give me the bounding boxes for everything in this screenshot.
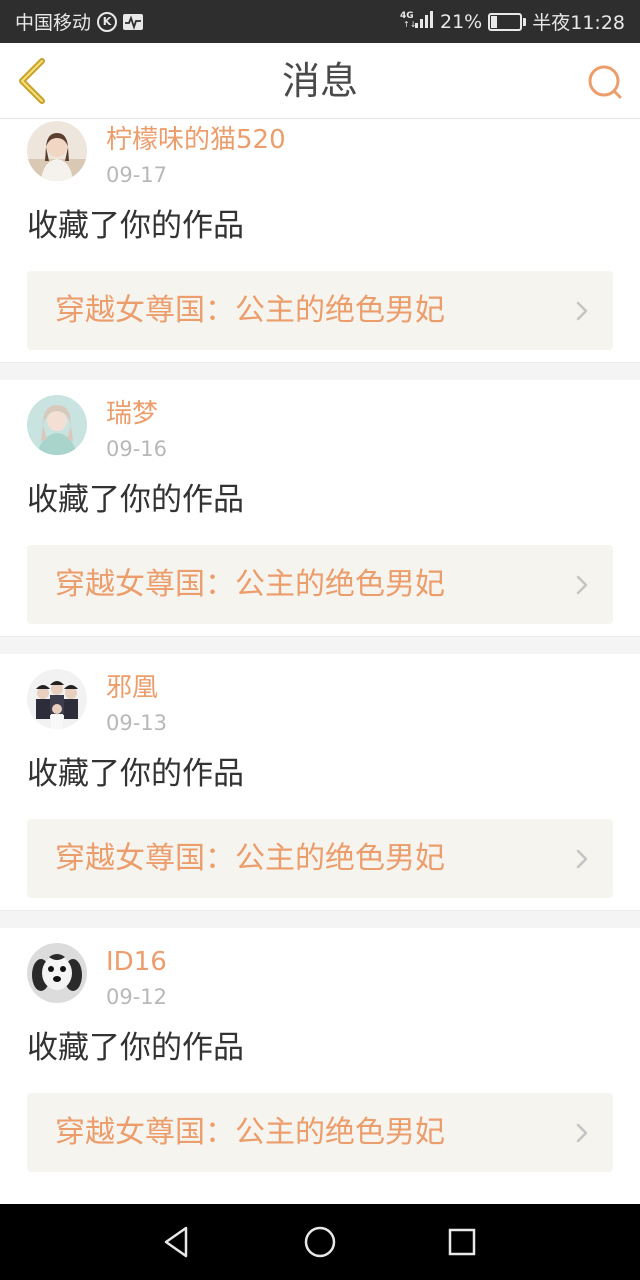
message-text: 收藏了你的作品 — [27, 1030, 244, 1066]
message-text: 收藏了你的作品 — [27, 482, 244, 518]
carrier-name: 中国移动 — [15, 12, 92, 34]
message-text: 收藏了你的作品 — [27, 208, 244, 244]
message-date: 09-16 — [106, 437, 168, 461]
avatar-image — [27, 395, 87, 455]
recents-square-icon — [448, 1228, 476, 1256]
svg-text:↑↓: ↑↓ — [403, 20, 416, 29]
avatar[interactable] — [27, 943, 87, 1003]
message-date: 09-17 — [106, 163, 168, 187]
username[interactable]: ID16 — [106, 946, 167, 978]
avatar-image — [27, 121, 87, 181]
nav-back-button[interactable] — [160, 1224, 196, 1260]
system-nav-bar — [0, 1204, 640, 1280]
message-date: 09-12 — [106, 985, 168, 1009]
signal-4g-icon: 4G ↑↓ — [400, 9, 434, 34]
message-date: 09-13 — [106, 711, 168, 735]
avatar-image — [27, 669, 87, 729]
battery-percent: 21% — [440, 10, 483, 33]
work-title: 穿越女尊国：公主的绝色男妃 — [55, 567, 445, 602]
nav-recents-button[interactable] — [444, 1224, 480, 1260]
avatar-image — [27, 943, 87, 1003]
avatar[interactable] — [27, 121, 87, 181]
message-card: 瑞梦 09-16 收藏了你的作品 穿越女尊国：公主的绝色男妃 — [0, 380, 640, 636]
work-title: 穿越女尊国：公主的绝色男妃 — [55, 293, 445, 328]
app-header: 消息 — [0, 43, 640, 119]
chevron-right-icon — [576, 575, 588, 595]
message-list[interactable]: 柠檬味的猫520 09-17 收藏了你的作品 穿越女尊国：公主的绝色男妃 瑞梦 … — [0, 120, 640, 1204]
card-divider — [0, 362, 640, 380]
page-title: 消息 — [281, 59, 358, 103]
home-circle-icon — [304, 1226, 336, 1258]
username[interactable]: 瑞梦 — [106, 398, 158, 430]
nav-home-button[interactable] — [302, 1224, 338, 1260]
work-link[interactable]: 穿越女尊国：公主的绝色男妃 — [27, 1093, 613, 1172]
work-link[interactable]: 穿越女尊国：公主的绝色男妃 — [27, 271, 613, 350]
chevron-right-icon — [576, 1123, 588, 1143]
message-card: ID16 09-12 收藏了你的作品 穿越女尊国：公主的绝色男妃 — [0, 928, 640, 1184]
message-card: 柠檬味的猫520 09-17 收藏了你的作品 穿越女尊国：公主的绝色男妃 — [0, 120, 640, 362]
chevron-right-icon — [576, 301, 588, 321]
status-time: 半夜11:28 — [532, 12, 625, 34]
work-title: 穿越女尊国：公主的绝色男妃 — [55, 1115, 445, 1150]
status-bar: 中国移动 K 4G ↑↓ 21% 半夜11:28 — [0, 0, 640, 43]
chevron-right-icon — [576, 849, 588, 869]
work-link[interactable]: 穿越女尊国：公主的绝色男妃 — [27, 819, 613, 898]
k-badge-icon: K — [97, 11, 118, 32]
back-triangle-icon — [164, 1226, 188, 1258]
status-bar-right: 4G ↑↓ 21% 半夜11:28 — [400, 0, 625, 43]
battery-icon — [488, 12, 527, 31]
message-list-content: 柠檬味的猫520 09-17 收藏了你的作品 穿越女尊国：公主的绝色男妃 瑞梦 … — [0, 120, 640, 1184]
message-card: 邪凰 09-13 收藏了你的作品 穿越女尊国：公主的绝色男妃 — [0, 654, 640, 910]
work-title: 穿越女尊国：公主的绝色男妃 — [55, 841, 445, 876]
username[interactable]: 邪凰 — [106, 672, 158, 704]
card-divider — [0, 636, 640, 654]
username[interactable]: 柠檬味的猫520 — [106, 124, 286, 156]
status-bar-left: 中国移动 K — [15, 0, 144, 43]
search-icon — [588, 65, 622, 99]
battery-level-fill — [491, 15, 498, 28]
avatar[interactable] — [27, 669, 87, 729]
activity-icon — [123, 13, 144, 30]
message-text: 收藏了你的作品 — [27, 756, 244, 792]
work-link[interactable]: 穿越女尊国：公主的绝色男妃 — [27, 545, 613, 624]
avatar[interactable] — [27, 395, 87, 455]
card-divider — [0, 910, 640, 928]
search-button[interactable] — [586, 63, 624, 101]
